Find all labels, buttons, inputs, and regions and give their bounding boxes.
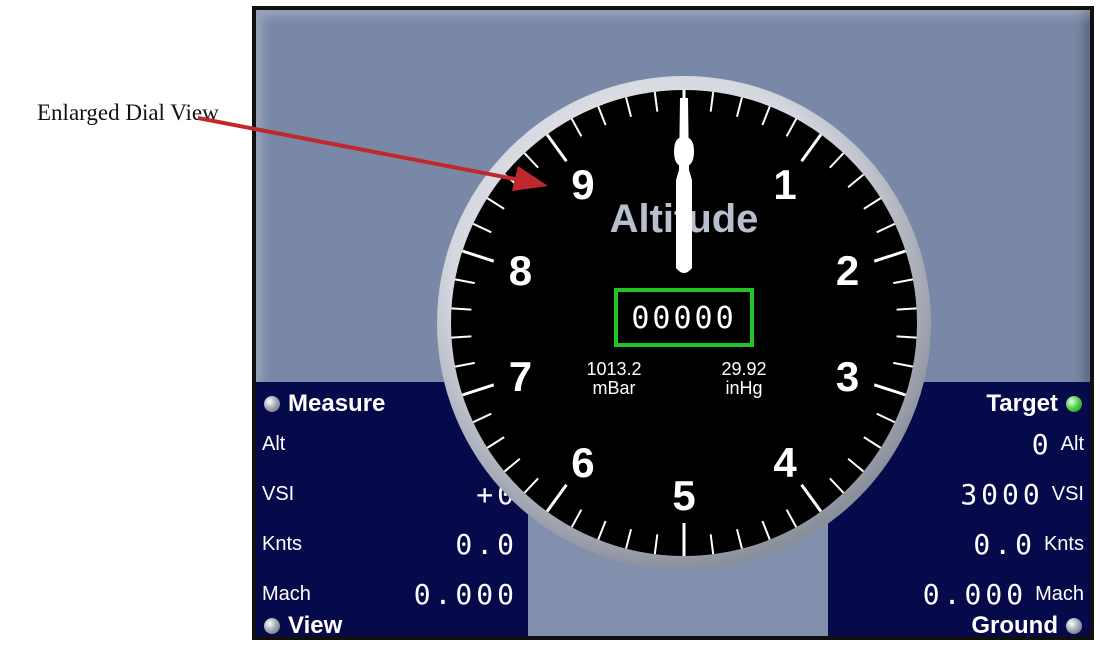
target-alt-value[interactable]: 0 [1032, 428, 1053, 461]
target-vsi-value[interactable]: 3000 [960, 478, 1043, 511]
target-knts-value[interactable]: 0.0 [973, 528, 1036, 561]
measure-header[interactable]: Measure [264, 390, 385, 418]
target-row-knts: 0.0 Knts [834, 524, 1084, 564]
view-indicator-icon [264, 618, 280, 634]
measure-row-vsi: VSI +0 [262, 474, 518, 514]
target-header[interactable]: Target [986, 390, 1082, 418]
measure-row-knts: Knts 0.0 [262, 524, 518, 564]
target-knts-label: Knts [1043, 532, 1084, 555]
target-row-vsi: 3000 VSI [834, 474, 1084, 514]
target-row-alt: 0 Alt [834, 424, 1084, 464]
ground-button-label: Ground [971, 612, 1058, 639]
measure-header-label: Measure [288, 390, 386, 417]
target-mach-label: Mach [1035, 582, 1084, 605]
view-button-label: View [288, 612, 343, 639]
view-button[interactable]: View [264, 612, 343, 639]
center-well [526, 435, 840, 636]
callout-label: Enlarged Dial View [37, 100, 219, 125]
measure-vsi-label: VSI [262, 482, 295, 505]
measure-readout: Measure Alt 0 VSI +0 Knts 0.0 Mach 0.000… [256, 382, 528, 639]
measure-mach-label: Mach [262, 582, 311, 605]
target-alt-label: Alt [1060, 432, 1084, 455]
measure-alt-label: Alt [262, 432, 286, 455]
measure-knts-label: Knts [262, 532, 303, 555]
target-indicator-icon [1066, 396, 1082, 412]
measure-vsi-value: +0 [476, 477, 518, 511]
ground-button[interactable]: Ground [971, 612, 1082, 639]
ground-indicator-icon [1066, 618, 1082, 634]
measure-row-mach: Mach 0.000 [262, 574, 518, 614]
instrument-panel: Measure Alt 0 VSI +0 Knts 0.0 Mach 0.000… [252, 6, 1094, 640]
measure-indicator-icon [264, 396, 280, 412]
target-row-mach: 0.000 Mach [834, 574, 1084, 614]
target-mach-value[interactable]: 0.000 [923, 578, 1027, 611]
measure-alt-value: 0 [497, 427, 518, 461]
target-vsi-label: VSI [1051, 482, 1084, 505]
target-readout: Target 0 Alt 3000 VSI 0.0 Knts 0.000 Mac… [828, 382, 1090, 639]
measure-row-alt: Alt 0 [262, 424, 518, 464]
measure-mach-value: 0.000 [413, 577, 518, 611]
measure-knts-value: 0.0 [455, 527, 518, 561]
target-header-label: Target [986, 390, 1058, 417]
